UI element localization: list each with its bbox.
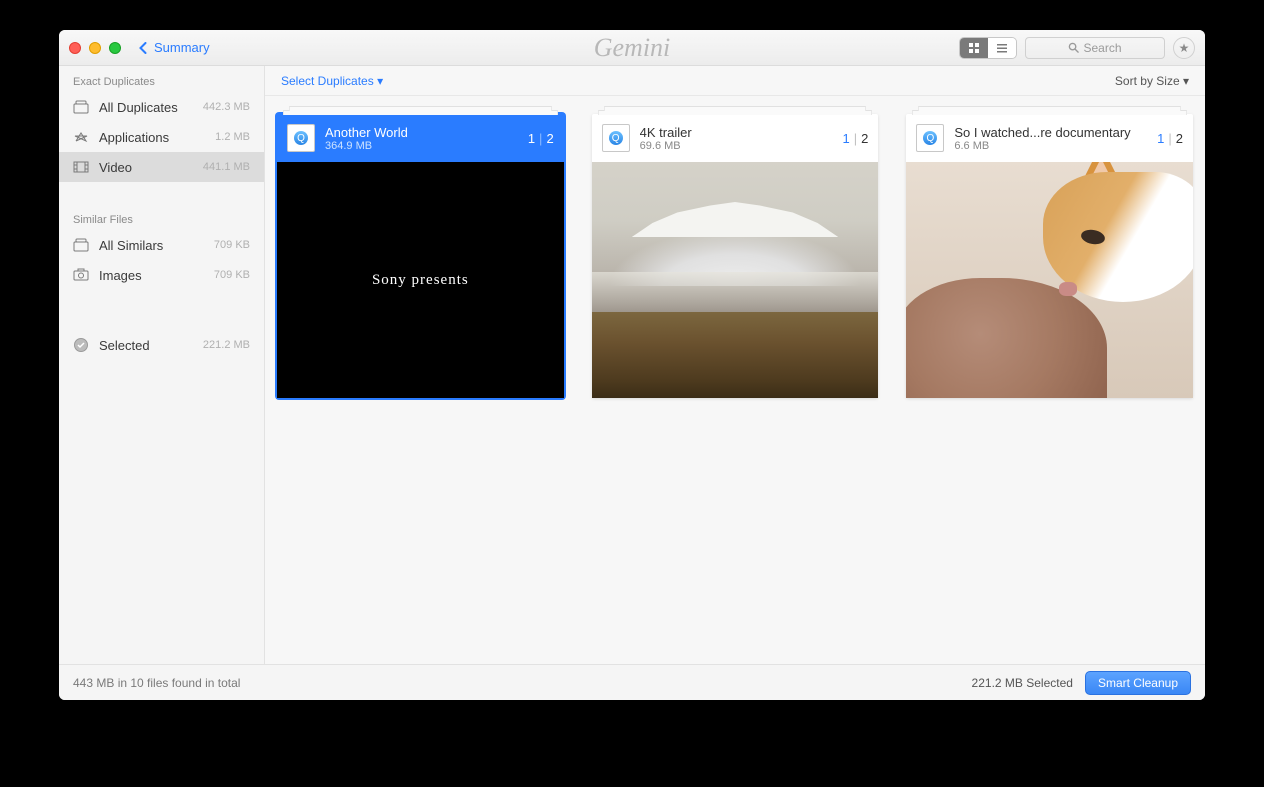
counter-current: 1 xyxy=(842,131,849,146)
back-summary-button[interactable]: Summary xyxy=(139,40,210,55)
card-header: Q 4K trailer 69.6 MB 1 | 2 xyxy=(592,114,879,162)
card-title: 4K trailer xyxy=(640,125,833,140)
search-input[interactable]: Search xyxy=(1025,37,1165,59)
counter-total: 2 xyxy=(1176,131,1183,146)
stack-icon xyxy=(73,238,91,252)
main-panel: Select Duplicates ▾ Sort by Size ▾ Q xyxy=(265,66,1205,664)
counter-separator: | xyxy=(1168,131,1171,146)
star-icon: ★ xyxy=(1179,41,1190,55)
duplicate-card[interactable]: Q Another World 364.9 MB 1 | 2 xyxy=(277,114,564,398)
quicktime-file-icon: Q xyxy=(916,124,944,152)
counter-separator: | xyxy=(854,131,857,146)
footer-found-text: 443 MB in 10 files found in total xyxy=(73,676,240,690)
smart-cleanup-label: Smart Cleanup xyxy=(1098,676,1178,690)
close-window-button[interactable] xyxy=(69,42,81,54)
card-header: Q So I watched...re documentary 6.6 MB 1… xyxy=(906,114,1193,162)
favorites-button[interactable]: ★ xyxy=(1173,37,1195,59)
card-size: 69.6 MB xyxy=(640,140,833,152)
sidebar-item-size: 1.2 MB xyxy=(215,131,250,143)
sidebar-item-size: 709 KB xyxy=(214,239,250,251)
card-thumbnail[interactable] xyxy=(592,162,879,398)
minimize-window-button[interactable] xyxy=(89,42,101,54)
sidebar-item-size: 441.1 MB xyxy=(203,161,250,173)
counter-total: 2 xyxy=(546,131,553,146)
sidebar-item-size: 709 KB xyxy=(214,269,250,281)
card-counter: 1 | 2 xyxy=(842,131,868,146)
card-title: So I watched...re documentary xyxy=(954,125,1147,140)
search-placeholder: Search xyxy=(1083,41,1121,55)
card-thumbnail[interactable]: Sony presents xyxy=(277,162,564,398)
duplicate-card[interactable]: Q 4K trailer 69.6 MB 1 | 2 xyxy=(592,114,879,398)
sidebar-item-applications[interactable]: Applications 1.2 MB xyxy=(59,122,264,152)
card-counter: 1 | 2 xyxy=(528,131,554,146)
sidebar-item-label: Images xyxy=(99,268,214,283)
sidebar-item-video[interactable]: Video 441.1 MB xyxy=(59,152,264,182)
sidebar-section-exact-title: Exact Duplicates xyxy=(59,66,264,92)
app-title: Gemini xyxy=(594,33,671,63)
card-title: Another World xyxy=(325,125,518,140)
chevron-down-icon: ▾ xyxy=(1183,74,1189,88)
zoom-window-button[interactable] xyxy=(109,42,121,54)
sidebar-item-label: Applications xyxy=(99,130,215,145)
card-counter: 1 | 2 xyxy=(1157,131,1183,146)
smart-cleanup-button[interactable]: Smart Cleanup xyxy=(1085,671,1191,695)
results-grid: Q Another World 364.9 MB 1 | 2 xyxy=(265,96,1205,664)
card-thumbnail[interactable] xyxy=(906,162,1193,398)
sort-label: Sort by Size xyxy=(1115,74,1180,88)
stack-icon xyxy=(73,100,91,114)
sidebar-item-label: Video xyxy=(99,160,203,175)
footer-selected-text: 221.2 MB Selected xyxy=(972,676,1073,690)
app-window: Summary Gemini Search ★ xyxy=(59,30,1205,700)
chevron-down-icon: ▾ xyxy=(377,74,383,88)
check-circle-icon xyxy=(73,337,91,353)
counter-total: 2 xyxy=(861,131,868,146)
thumbnail-text: Sony presents xyxy=(372,272,469,289)
card-size: 364.9 MB xyxy=(325,140,518,152)
video-icon xyxy=(73,160,91,174)
search-icon xyxy=(1068,42,1079,53)
select-duplicates-label: Select Duplicates xyxy=(281,74,374,88)
window-controls xyxy=(69,42,121,54)
sidebar-item-size: 221.2 MB xyxy=(203,339,250,351)
app-icon xyxy=(73,130,91,144)
view-switch xyxy=(959,37,1017,59)
counter-current: 1 xyxy=(1157,131,1164,146)
sidebar-item-label: All Duplicates xyxy=(99,100,203,115)
card-header: Q Another World 364.9 MB 1 | 2 xyxy=(277,114,564,162)
sidebar-item-size: 442.3 MB xyxy=(203,101,250,113)
main-header: Select Duplicates ▾ Sort by Size ▾ xyxy=(265,66,1205,96)
quicktime-file-icon: Q xyxy=(287,124,315,152)
back-label: Summary xyxy=(154,40,210,55)
card-size: 6.6 MB xyxy=(954,140,1147,152)
duplicate-card[interactable]: Q So I watched...re documentary 6.6 MB 1… xyxy=(906,114,1193,398)
grid-view-button[interactable] xyxy=(960,38,988,58)
sidebar-item-selected[interactable]: Selected 221.2 MB xyxy=(59,330,264,360)
sidebar-item-all-similars[interactable]: All Similars 709 KB xyxy=(59,230,264,260)
list-view-button[interactable] xyxy=(988,38,1016,58)
titlebar: Summary Gemini Search ★ xyxy=(59,30,1205,66)
sidebar: Exact Duplicates All Duplicates 442.3 MB… xyxy=(59,66,265,664)
sort-dropdown[interactable]: Sort by Size ▾ xyxy=(1115,74,1189,88)
sidebar-item-all-duplicates[interactable]: All Duplicates 442.3 MB xyxy=(59,92,264,122)
camera-icon xyxy=(73,268,91,282)
counter-separator: | xyxy=(539,131,542,146)
sidebar-item-label: Selected xyxy=(99,338,203,353)
sidebar-item-label: All Similars xyxy=(99,238,214,253)
sidebar-section-similar-title: Similar Files xyxy=(59,204,264,230)
chevron-left-icon xyxy=(139,42,148,54)
quicktime-file-icon: Q xyxy=(602,124,630,152)
footer: 443 MB in 10 files found in total 221.2 … xyxy=(59,664,1205,700)
select-duplicates-dropdown[interactable]: Select Duplicates ▾ xyxy=(281,74,383,88)
sidebar-item-images[interactable]: Images 709 KB xyxy=(59,260,264,290)
counter-current: 1 xyxy=(528,131,535,146)
